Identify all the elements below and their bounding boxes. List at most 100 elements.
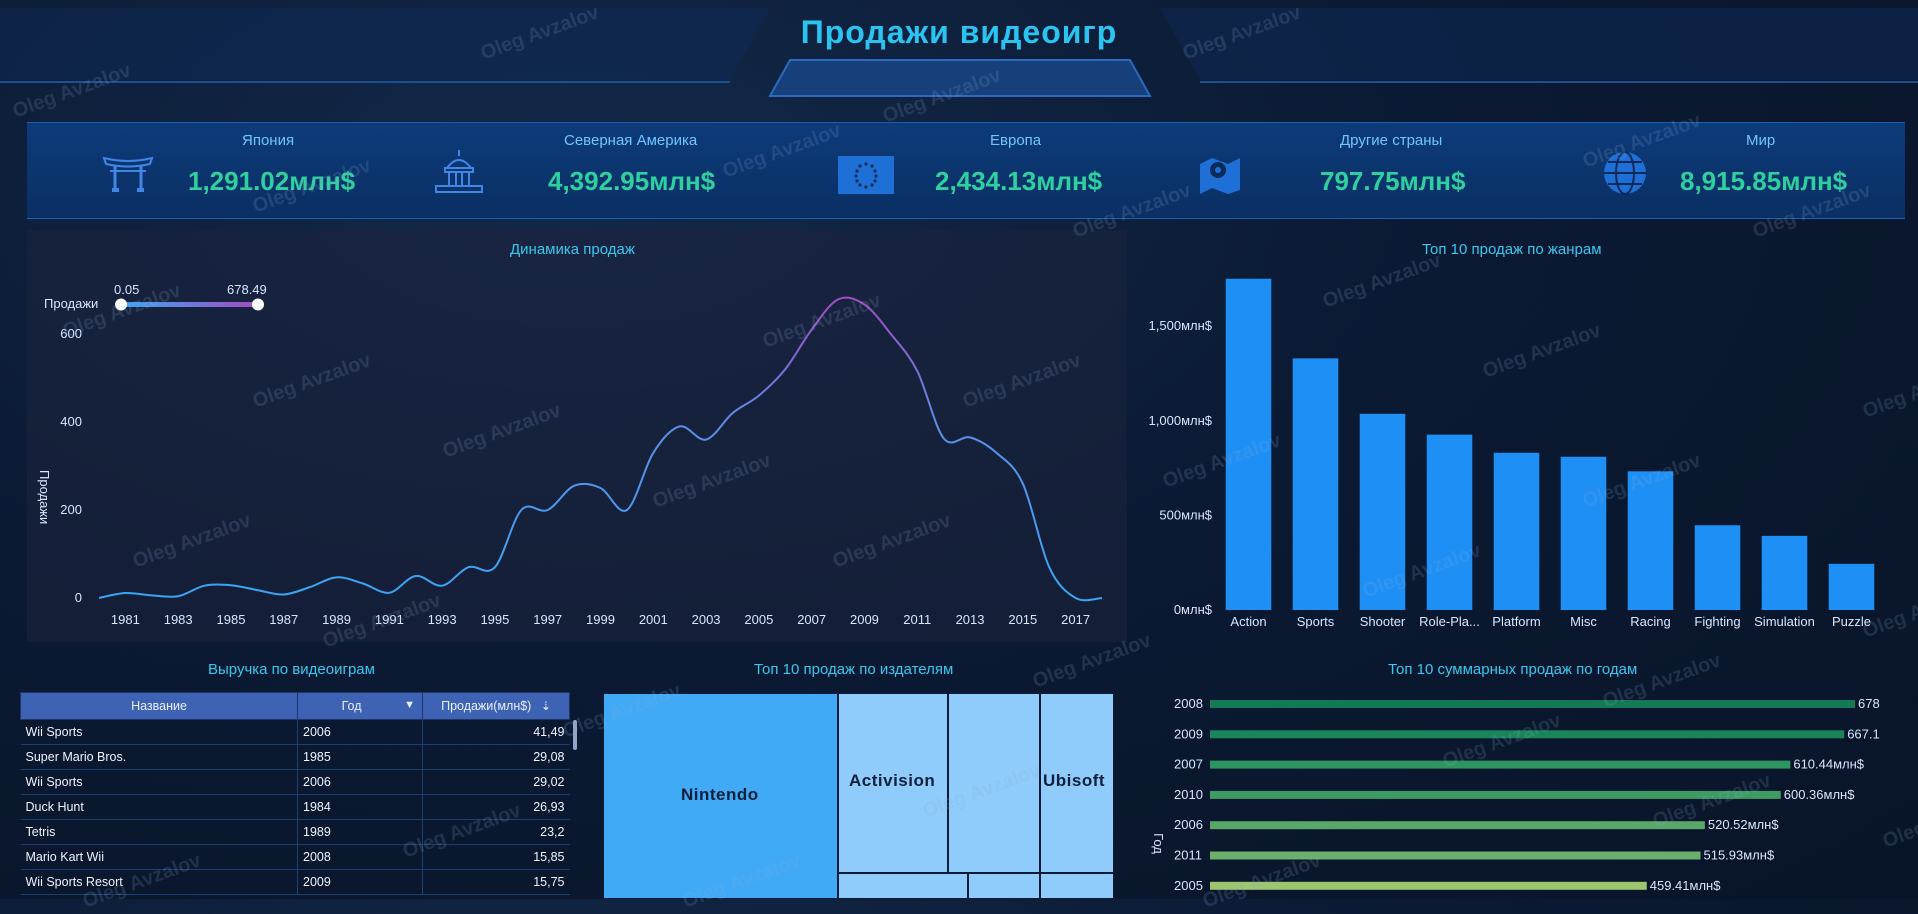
data-label: 678.49млн$: [1858, 696, 1880, 711]
genre-bar: [1762, 536, 1808, 610]
cell-year: 2006: [298, 770, 423, 795]
cell-name: Wii Sports: [21, 770, 298, 795]
kpi-label-world: Мир: [1746, 132, 1775, 149]
data-label: 667.10млн$: [1847, 726, 1880, 741]
games-table: Название Год ▼ Продажи(млн$) ⇣ Wii Sport…: [20, 692, 570, 895]
map-pin-icon: [1194, 150, 1246, 196]
year-bar: [1210, 761, 1790, 769]
x-tick-label: Simulation: [1754, 614, 1815, 629]
treemap-label-activision: Activision: [849, 771, 935, 791]
line-chart-ylabel: Продажи: [37, 470, 52, 524]
y-tick-label: 400: [60, 414, 82, 429]
year-bar: [1210, 821, 1705, 829]
legend-label: Продажи: [44, 296, 98, 311]
col-header-year-label: Год: [342, 699, 362, 713]
range-max-label: 678.49: [227, 282, 267, 297]
table-row[interactable]: Wii Sports200629,02: [21, 770, 570, 795]
genre-bar: [1695, 525, 1741, 610]
table-row[interactable]: Super Mario Bros.198529,08: [21, 745, 570, 770]
y-tick-label: 2011: [1174, 848, 1202, 863]
page-title: Продажи видеоигр: [0, 14, 1918, 51]
treemap: Nintendo Activision Ubisoft: [603, 693, 1114, 899]
genre-bar: [1494, 453, 1540, 610]
x-tick-label: Shooter: [1360, 614, 1406, 629]
kpi-value-other: 797.75млн$: [1320, 166, 1465, 197]
capitol-icon: [432, 148, 486, 196]
watermark: Oleg Avzalov: [1880, 789, 1918, 853]
table-title: Выручка по видеоиграм: [208, 661, 375, 678]
kpi-value-europe: 2,434.13млн$: [935, 166, 1102, 197]
x-tick-label: Racing: [1630, 614, 1670, 629]
treemap-cell-publisher[interactable]: [838, 873, 968, 899]
x-tick-label: Fighting: [1694, 614, 1740, 629]
eu-flag-icon: [838, 156, 894, 194]
genre-bar: [1293, 358, 1339, 610]
data-label: 610.44млн$: [1793, 757, 1864, 772]
kpi-label-europe: Европа: [990, 132, 1041, 149]
y-tick-label: 2006: [1174, 817, 1203, 832]
cell-sales: 29,08: [423, 745, 570, 770]
treemap-label-nintendo: Nintendo: [681, 785, 759, 805]
kpi-label-north-america: Северная Америка: [564, 132, 697, 149]
col-header-sales[interactable]: Продажи(млн$) ⇣: [423, 693, 570, 720]
y-tick-label: 0млн$: [1174, 602, 1213, 617]
treemap-cell-publisher[interactable]: [1040, 873, 1114, 899]
cell-sales: 29,02: [423, 770, 570, 795]
x-tick-label: 2005: [744, 612, 773, 627]
cell-name: Tetris: [21, 820, 298, 845]
cell-year: 2006: [298, 720, 423, 745]
torii-gate-icon: [102, 154, 154, 194]
treemap-label-ubisoft: Ubisoft: [1043, 771, 1105, 791]
x-tick-label: 1997: [533, 612, 562, 627]
y-tick-label: 2005: [1174, 878, 1203, 893]
table-row[interactable]: Wii Sports200641,49: [21, 720, 570, 745]
y-tick-label: 1,000млн$: [1149, 413, 1213, 428]
treemap-cell-publisher[interactable]: [968, 873, 1040, 899]
x-tick-label: 1987: [269, 612, 298, 627]
col-header-name[interactable]: Название: [21, 693, 298, 720]
cell-year: 1984: [298, 795, 423, 820]
x-tick-label: 2011: [903, 612, 931, 627]
genre-bar: [1427, 435, 1473, 610]
y-tick-label: 1,500млн$: [1149, 318, 1213, 333]
x-tick-label: 2007: [797, 612, 826, 627]
genre-bar-chart: 0млн$500млн$1,000млн$1,500млн$ActionSpor…: [1135, 230, 1895, 642]
x-tick-label: 2003: [692, 612, 721, 627]
genre-bar: [1829, 564, 1875, 610]
cell-year: 2009: [298, 870, 423, 895]
data-label: 600.36млн$: [1784, 787, 1855, 802]
x-tick-label: Sports: [1297, 614, 1335, 629]
cell-year: 1985: [298, 745, 423, 770]
cell-sales: 15,75: [423, 870, 570, 895]
line-chart: Продажи0.05678.49Продажи0200400600198119…: [27, 230, 1127, 642]
kpi-value-north-america: 4,392.95млн$: [548, 166, 715, 197]
table-row[interactable]: Mario Kart Wii200815,85: [21, 845, 570, 870]
kpi-label-japan: Япония: [242, 132, 294, 149]
years-chart-title: Топ 10 суммарных продаж по годам: [1388, 661, 1637, 678]
treemap-title: Топ 10 продаж по издателям: [754, 661, 953, 678]
y-tick-label: 2008: [1174, 696, 1203, 711]
sort-desc-icon[interactable]: ⇣: [541, 699, 551, 713]
games-table-body: Wii Sports200641,49Super Mario Bros.1985…: [21, 720, 570, 895]
x-tick-label: 1999: [586, 612, 615, 627]
x-tick-label: Action: [1230, 614, 1266, 629]
col-header-year[interactable]: Год ▼: [298, 693, 423, 720]
data-label: 520.52млн$: [1708, 817, 1779, 832]
x-tick-label: Misc: [1570, 614, 1597, 629]
cell-name: Wii Sports: [21, 720, 298, 745]
x-tick-label: 2001: [639, 612, 668, 627]
genre-bar: [1561, 457, 1607, 610]
cell-name: Super Mario Bros.: [21, 745, 298, 770]
col-header-sales-label: Продажи(млн$): [441, 699, 531, 713]
range-slider-handle-max[interactable]: [252, 299, 264, 311]
x-tick-label: 1995: [480, 612, 509, 627]
filter-caret-icon[interactable]: ▼: [404, 699, 415, 711]
x-tick-label: 2015: [1008, 612, 1037, 627]
data-label: 459.41млн$: [1650, 878, 1721, 893]
kpi-label-other: Другие страны: [1340, 132, 1442, 149]
y-tick-label: 2009: [1174, 726, 1203, 741]
x-tick-label: 1981: [111, 612, 140, 627]
x-tick-label: Platform: [1492, 614, 1540, 629]
x-tick-label: 2017: [1061, 612, 1090, 627]
x-tick-label: 2013: [956, 612, 985, 627]
